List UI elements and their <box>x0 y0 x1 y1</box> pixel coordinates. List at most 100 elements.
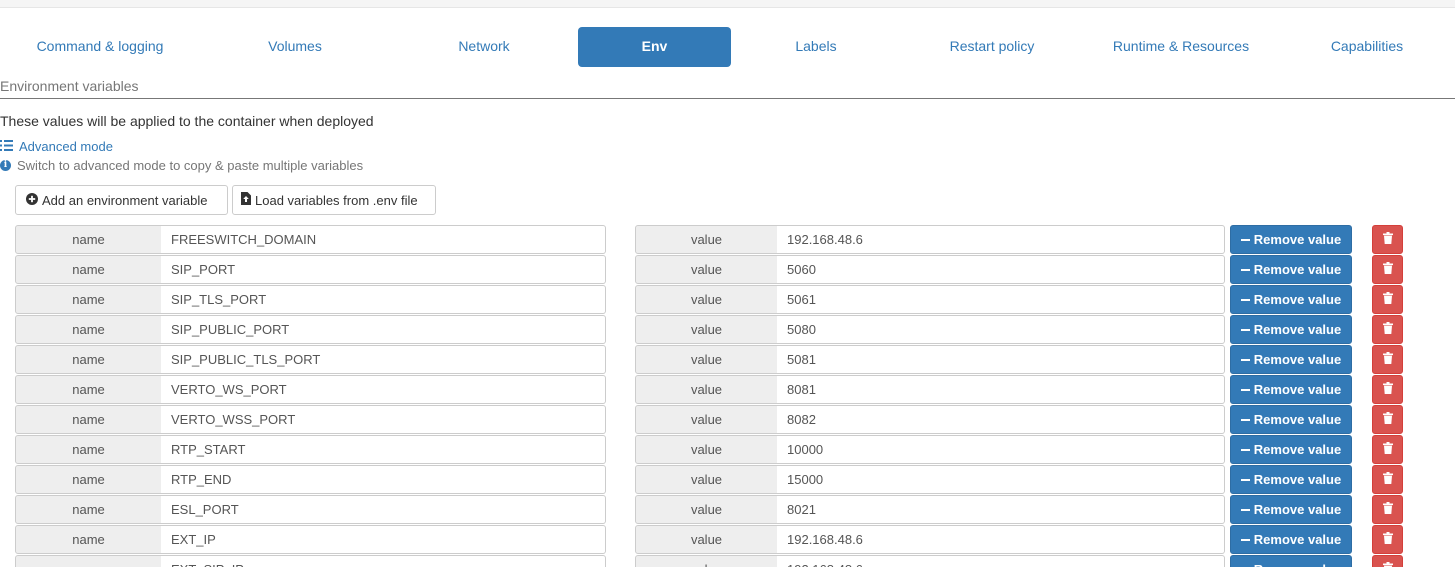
env-name-input[interactable]: SIP_PUBLIC_TLS_PORT <box>161 345 606 374</box>
value-addon: value <box>635 315 778 344</box>
minus-icon <box>1240 418 1250 421</box>
env-name-input[interactable]: VERTO_WS_PORT <box>161 375 606 404</box>
advanced-mode-hint: i Switch to advanced mode to copy & past… <box>0 158 363 173</box>
advanced-mode-link[interactable]: Advanced mode <box>0 139 113 154</box>
env-value-input[interactable]: 192.168.48.6 <box>777 225 1225 254</box>
delete-variable-button[interactable] <box>1372 405 1403 434</box>
remove-value-label: Remove value <box>1253 232 1342 247</box>
remove-value-button[interactable]: Remove value <box>1230 255 1352 284</box>
delete-variable-button[interactable] <box>1372 525 1403 554</box>
env-value-input[interactable]: 15000 <box>777 465 1225 494</box>
tab-runtime-resources[interactable]: Runtime & Resources <box>1083 27 1279 67</box>
tab-command-logging[interactable]: Command & logging <box>0 27 200 67</box>
name-addon: name <box>15 495 162 524</box>
env-value-input[interactable]: 5080 <box>777 315 1225 344</box>
top-strip <box>0 0 1455 8</box>
minus-icon <box>1240 388 1250 391</box>
remove-value-button[interactable]: Remove value <box>1230 345 1352 374</box>
env-value-input[interactable]: 192.168.48.6 <box>777 555 1225 567</box>
remove-value-button[interactable]: Remove value <box>1230 495 1352 524</box>
remove-value-label: Remove value <box>1253 412 1342 427</box>
minus-icon <box>1240 538 1250 541</box>
env-variable-row: name EXT_IP value 192.168.48.6 Remove va… <box>0 525 1455 555</box>
trash-icon <box>1382 231 1393 249</box>
trash-icon <box>1382 561 1393 567</box>
env-name-input[interactable]: SIP_PORT <box>161 255 606 284</box>
remove-value-button[interactable]: Remove value <box>1230 465 1352 494</box>
env-name-input[interactable]: ESL_PORT <box>161 495 606 524</box>
delete-variable-button[interactable] <box>1372 255 1403 284</box>
remove-value-label: Remove value <box>1253 352 1342 367</box>
remove-value-button[interactable]: Remove value <box>1230 405 1352 434</box>
minus-icon <box>1240 448 1250 451</box>
remove-value-button[interactable]: Remove value <box>1230 375 1352 404</box>
env-name-input[interactable]: SIP_TLS_PORT <box>161 285 606 314</box>
minus-icon <box>1240 508 1250 511</box>
env-variable-row: name VERTO_WS_PORT value 8081 Remove val… <box>0 375 1455 405</box>
env-description: These values will be applied to the cont… <box>0 113 374 129</box>
delete-variable-button[interactable] <box>1372 495 1403 524</box>
minus-icon <box>1240 328 1250 331</box>
name-addon: name <box>15 405 162 434</box>
remove-value-button[interactable]: Remove value <box>1230 225 1352 254</box>
minus-icon <box>1240 358 1250 361</box>
tab-volumes[interactable]: Volumes <box>200 27 390 67</box>
env-name-input[interactable]: RTP_END <box>161 465 606 494</box>
remove-value-button[interactable]: Remove value <box>1230 315 1352 344</box>
remove-value-label: Remove value <box>1253 502 1342 517</box>
add-env-variable-button[interactable]: Add an environment variable <box>15 185 228 215</box>
delete-variable-button[interactable] <box>1372 225 1403 254</box>
env-variable-row: name ESL_PORT value 8021 Remove value <box>0 495 1455 525</box>
name-addon: name <box>15 225 162 254</box>
name-addon: name <box>15 315 162 344</box>
env-name-input[interactable]: EXT_SIP_IP <box>161 555 606 567</box>
minus-icon <box>1240 298 1250 301</box>
env-value-input[interactable]: 8081 <box>777 375 1225 404</box>
value-addon: value <box>635 555 778 567</box>
env-value-input[interactable]: 5081 <box>777 345 1225 374</box>
tab-labels[interactable]: Labels <box>731 27 901 67</box>
env-variable-row: name RTP_END value 15000 Remove value <box>0 465 1455 495</box>
remove-value-label: Remove value <box>1253 322 1342 337</box>
trash-icon <box>1382 291 1393 309</box>
delete-variable-button[interactable] <box>1372 315 1403 344</box>
remove-value-button[interactable]: Remove value <box>1230 435 1352 464</box>
tab-env[interactable]: Env <box>578 27 731 67</box>
remove-value-button[interactable]: Remove value <box>1230 525 1352 554</box>
delete-variable-button[interactable] <box>1372 435 1403 464</box>
delete-variable-button[interactable] <box>1372 345 1403 374</box>
delete-variable-button[interactable] <box>1372 465 1403 494</box>
tab-network[interactable]: Network <box>390 27 578 67</box>
list-icon <box>0 139 13 154</box>
env-variable-list: name FREESWITCH_DOMAIN value 192.168.48.… <box>0 225 1455 567</box>
name-addon: name <box>15 555 162 567</box>
load-env-file-button[interactable]: Load variables from .env file <box>232 185 436 215</box>
advanced-mode-label[interactable]: Advanced mode <box>19 139 113 154</box>
remove-value-label: Remove value <box>1253 262 1342 277</box>
remove-value-button[interactable]: Remove value <box>1230 555 1352 567</box>
delete-variable-button[interactable] <box>1372 555 1403 567</box>
env-name-input[interactable]: RTP_START <box>161 435 606 464</box>
section-title: Environment variables <box>0 78 1455 99</box>
env-value-input[interactable]: 8021 <box>777 495 1225 524</box>
trash-icon <box>1382 471 1393 489</box>
tab-capabilities[interactable]: Capabilities <box>1279 27 1455 67</box>
load-env-file-label: Load variables from .env file <box>255 192 418 208</box>
env-value-input[interactable]: 10000 <box>777 435 1225 464</box>
remove-value-button[interactable]: Remove value <box>1230 285 1352 314</box>
env-value-input[interactable]: 5061 <box>777 285 1225 314</box>
env-name-input[interactable]: SIP_PUBLIC_PORT <box>161 315 606 344</box>
env-name-input[interactable]: VERTO_WSS_PORT <box>161 405 606 434</box>
env-name-input[interactable]: FREESWITCH_DOMAIN <box>161 225 606 254</box>
env-value-input[interactable]: 8082 <box>777 405 1225 434</box>
trash-icon <box>1382 411 1393 429</box>
env-name-input[interactable]: EXT_IP <box>161 525 606 554</box>
tab-restart-policy[interactable]: Restart policy <box>901 27 1083 67</box>
env-value-input[interactable]: 5060 <box>777 255 1225 284</box>
value-addon: value <box>635 345 778 374</box>
value-addon: value <box>635 285 778 314</box>
delete-variable-button[interactable] <box>1372 375 1403 404</box>
delete-variable-button[interactable] <box>1372 285 1403 314</box>
minus-icon <box>1240 238 1250 241</box>
env-value-input[interactable]: 192.168.48.6 <box>777 525 1225 554</box>
